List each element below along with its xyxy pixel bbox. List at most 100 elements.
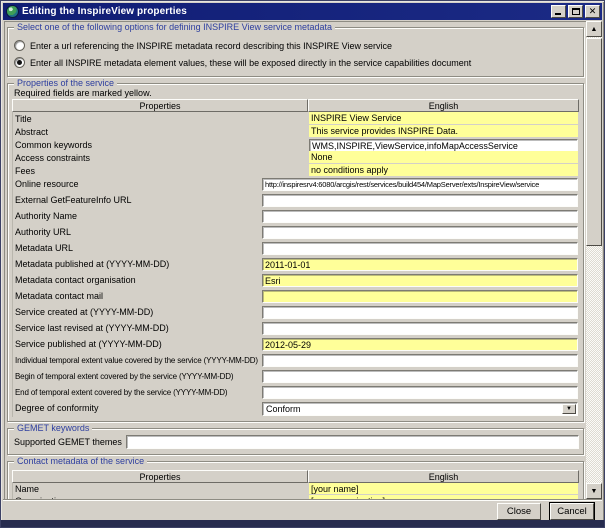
value-input[interactable] bbox=[262, 354, 578, 367]
contact-table-header: Properties English bbox=[12, 470, 579, 483]
footer-button-bar: Close Cancel bbox=[3, 499, 602, 522]
gemet-themes-input[interactable] bbox=[126, 435, 579, 449]
contact-group-legend: Contact metadata of the service bbox=[14, 456, 147, 467]
table-row-service-created-at: Service created at (YYYY-MM-DD) bbox=[13, 305, 579, 321]
cancel-button[interactable]: Cancel bbox=[550, 503, 594, 520]
table-row-name: Name [your name] bbox=[13, 483, 579, 495]
row-label: Title bbox=[15, 114, 32, 124]
contact-table: Name [your name] Organization [your orga… bbox=[12, 483, 579, 499]
value-input[interactable] bbox=[262, 210, 578, 223]
row-label: Common keywords bbox=[15, 140, 92, 150]
gemet-group-legend: GEMET keywords bbox=[14, 423, 92, 434]
contact-group: Contact metadata of the service Properti… bbox=[7, 461, 584, 499]
table-row-metadata-contact-mail: Metadata contact mail bbox=[13, 289, 579, 305]
cancel-button-default-ring: Cancel bbox=[549, 502, 595, 521]
close-button[interactable]: Close bbox=[497, 503, 541, 520]
value-cell[interactable]: None bbox=[309, 151, 578, 163]
row-label: Service created at (YYYY-MM-DD) bbox=[15, 307, 153, 317]
table-row-metadata-published-at: Metadata published at (YYYY-MM-DD) bbox=[13, 257, 579, 273]
radio-enter-all-values-label[interactable]: Enter all INSPIRE metadata element value… bbox=[30, 58, 471, 68]
row-label: Service last revised at (YYYY-MM-DD) bbox=[15, 323, 169, 333]
properties-table: Title INSPIRE View Service Abstract This… bbox=[12, 112, 579, 417]
options-group-legend: Select one of the following options for … bbox=[14, 22, 335, 33]
row-label: Metadata URL bbox=[15, 243, 73, 253]
value-cell[interactable]: This service provides INSPIRE Data. bbox=[309, 125, 578, 137]
row-label: Authority Name bbox=[15, 211, 77, 221]
radio-enter-url[interactable] bbox=[14, 40, 25, 51]
scrollbar-thumb[interactable] bbox=[586, 38, 602, 246]
row-label: External GetFeatureInfo URL bbox=[15, 195, 132, 205]
globe-icon bbox=[6, 5, 19, 18]
table-row-fees: Fees no conditions apply bbox=[13, 164, 579, 177]
row-label: Name bbox=[15, 484, 39, 494]
table-row-authority-name: Authority Name bbox=[13, 209, 579, 225]
conformity-combobox[interactable]: Conform ▼ bbox=[262, 402, 578, 416]
row-label: Online resource bbox=[15, 179, 79, 189]
chevron-down-icon: ▼ bbox=[566, 406, 572, 412]
value-input[interactable] bbox=[262, 258, 578, 271]
value-cell[interactable]: [your name] bbox=[309, 483, 578, 494]
table-row-title: Title INSPIRE View Service bbox=[13, 112, 579, 125]
scroll-up-button[interactable]: ▲ bbox=[586, 21, 602, 37]
window-bottom-edge bbox=[1, 520, 604, 527]
dropdown-button[interactable]: ▼ bbox=[562, 404, 576, 414]
row-label: Abstract bbox=[15, 127, 48, 137]
row-label: Metadata published at (YYYY-MM-DD) bbox=[15, 259, 169, 269]
gemet-group: GEMET keywords Supported GEMET themes bbox=[7, 428, 584, 455]
table-row-abstract: Abstract This service provides INSPIRE D… bbox=[13, 125, 579, 138]
value-input[interactable] bbox=[262, 322, 578, 335]
value-input[interactable] bbox=[262, 242, 578, 255]
row-label: Begin of temporal extent covered by the … bbox=[15, 372, 233, 381]
radio-enter-url-label[interactable]: Enter a url referencing the INSPIRE meta… bbox=[30, 41, 392, 51]
maximize-button[interactable] bbox=[568, 5, 583, 18]
gemet-themes-label: Supported GEMET themes bbox=[12, 437, 126, 447]
scroll-down-button[interactable]: ▼ bbox=[586, 483, 602, 499]
column-header-properties: Properties bbox=[12, 99, 308, 112]
table-row-service-published-at: Service published at (YYYY-MM-DD) bbox=[13, 337, 579, 353]
row-label: Metadata contact mail bbox=[15, 291, 103, 301]
table-row-external-getfeatureinfo-url: External GetFeatureInfo URL bbox=[13, 193, 579, 209]
vertical-scrollbar[interactable]: ▲ ▼ bbox=[586, 21, 602, 499]
row-label: Individual temporal extent value covered… bbox=[15, 356, 258, 365]
value-input[interactable] bbox=[262, 226, 578, 239]
radio-row-enter-url: Enter a url referencing the INSPIRE meta… bbox=[12, 37, 579, 54]
table-row-degree-of-conformity: Degree of conformity Conform ▼ bbox=[13, 401, 579, 417]
column-header-properties: Properties bbox=[12, 470, 308, 483]
table-row-metadata-url: Metadata URL bbox=[13, 241, 579, 257]
properties-group: Properties of the service Required field… bbox=[7, 83, 584, 422]
table-row-metadata-contact-organisation: Metadata contact organisation bbox=[13, 273, 579, 289]
column-header-english: English bbox=[308, 99, 579, 112]
combobox-value: Conform bbox=[266, 404, 301, 414]
value-input[interactable] bbox=[262, 290, 578, 303]
column-header-english: English bbox=[308, 470, 579, 483]
table-row-begin-temporal-extent: Begin of temporal extent covered by the … bbox=[13, 369, 579, 385]
titlebar[interactable]: Editing the InspireView properties ✕ bbox=[3, 3, 602, 20]
radio-enter-all-values[interactable] bbox=[14, 57, 25, 68]
properties-group-legend: Properties of the service bbox=[14, 78, 117, 89]
value-input[interactable] bbox=[262, 194, 578, 207]
row-label: Metadata contact organisation bbox=[15, 275, 136, 285]
value-cell[interactable]: INSPIRE View Service bbox=[309, 112, 578, 124]
window-close-button[interactable]: ✕ bbox=[585, 5, 600, 18]
value-input[interactable] bbox=[262, 178, 578, 191]
value-input[interactable] bbox=[262, 386, 578, 399]
table-row-online-resource: Online resource bbox=[13, 177, 579, 193]
value-cell[interactable]: no conditions apply bbox=[309, 164, 578, 176]
gemet-row: Supported GEMET themes bbox=[12, 434, 579, 449]
maximize-icon bbox=[572, 8, 580, 15]
scroll-viewport: Select one of the following options for … bbox=[4, 21, 587, 499]
dialog-window: Editing the InspireView properties ✕ Sel… bbox=[0, 0, 605, 528]
properties-table-header: Properties English bbox=[12, 99, 579, 112]
value-input[interactable] bbox=[262, 306, 578, 319]
minimize-button[interactable] bbox=[551, 5, 566, 18]
value-input[interactable] bbox=[262, 370, 578, 383]
minimize-icon bbox=[555, 13, 561, 15]
value-input[interactable] bbox=[262, 274, 578, 287]
table-row-individual-temporal-extent: Individual temporal extent value covered… bbox=[13, 353, 579, 369]
row-label: Fees bbox=[15, 166, 35, 176]
value-input[interactable] bbox=[262, 338, 578, 351]
table-row-authority-url: Authority URL bbox=[13, 225, 579, 241]
radio-row-enter-all: Enter all INSPIRE metadata element value… bbox=[12, 54, 579, 71]
row-label: Access constraints bbox=[15, 153, 90, 163]
table-row-common-keywords: Common keywords bbox=[13, 138, 579, 151]
